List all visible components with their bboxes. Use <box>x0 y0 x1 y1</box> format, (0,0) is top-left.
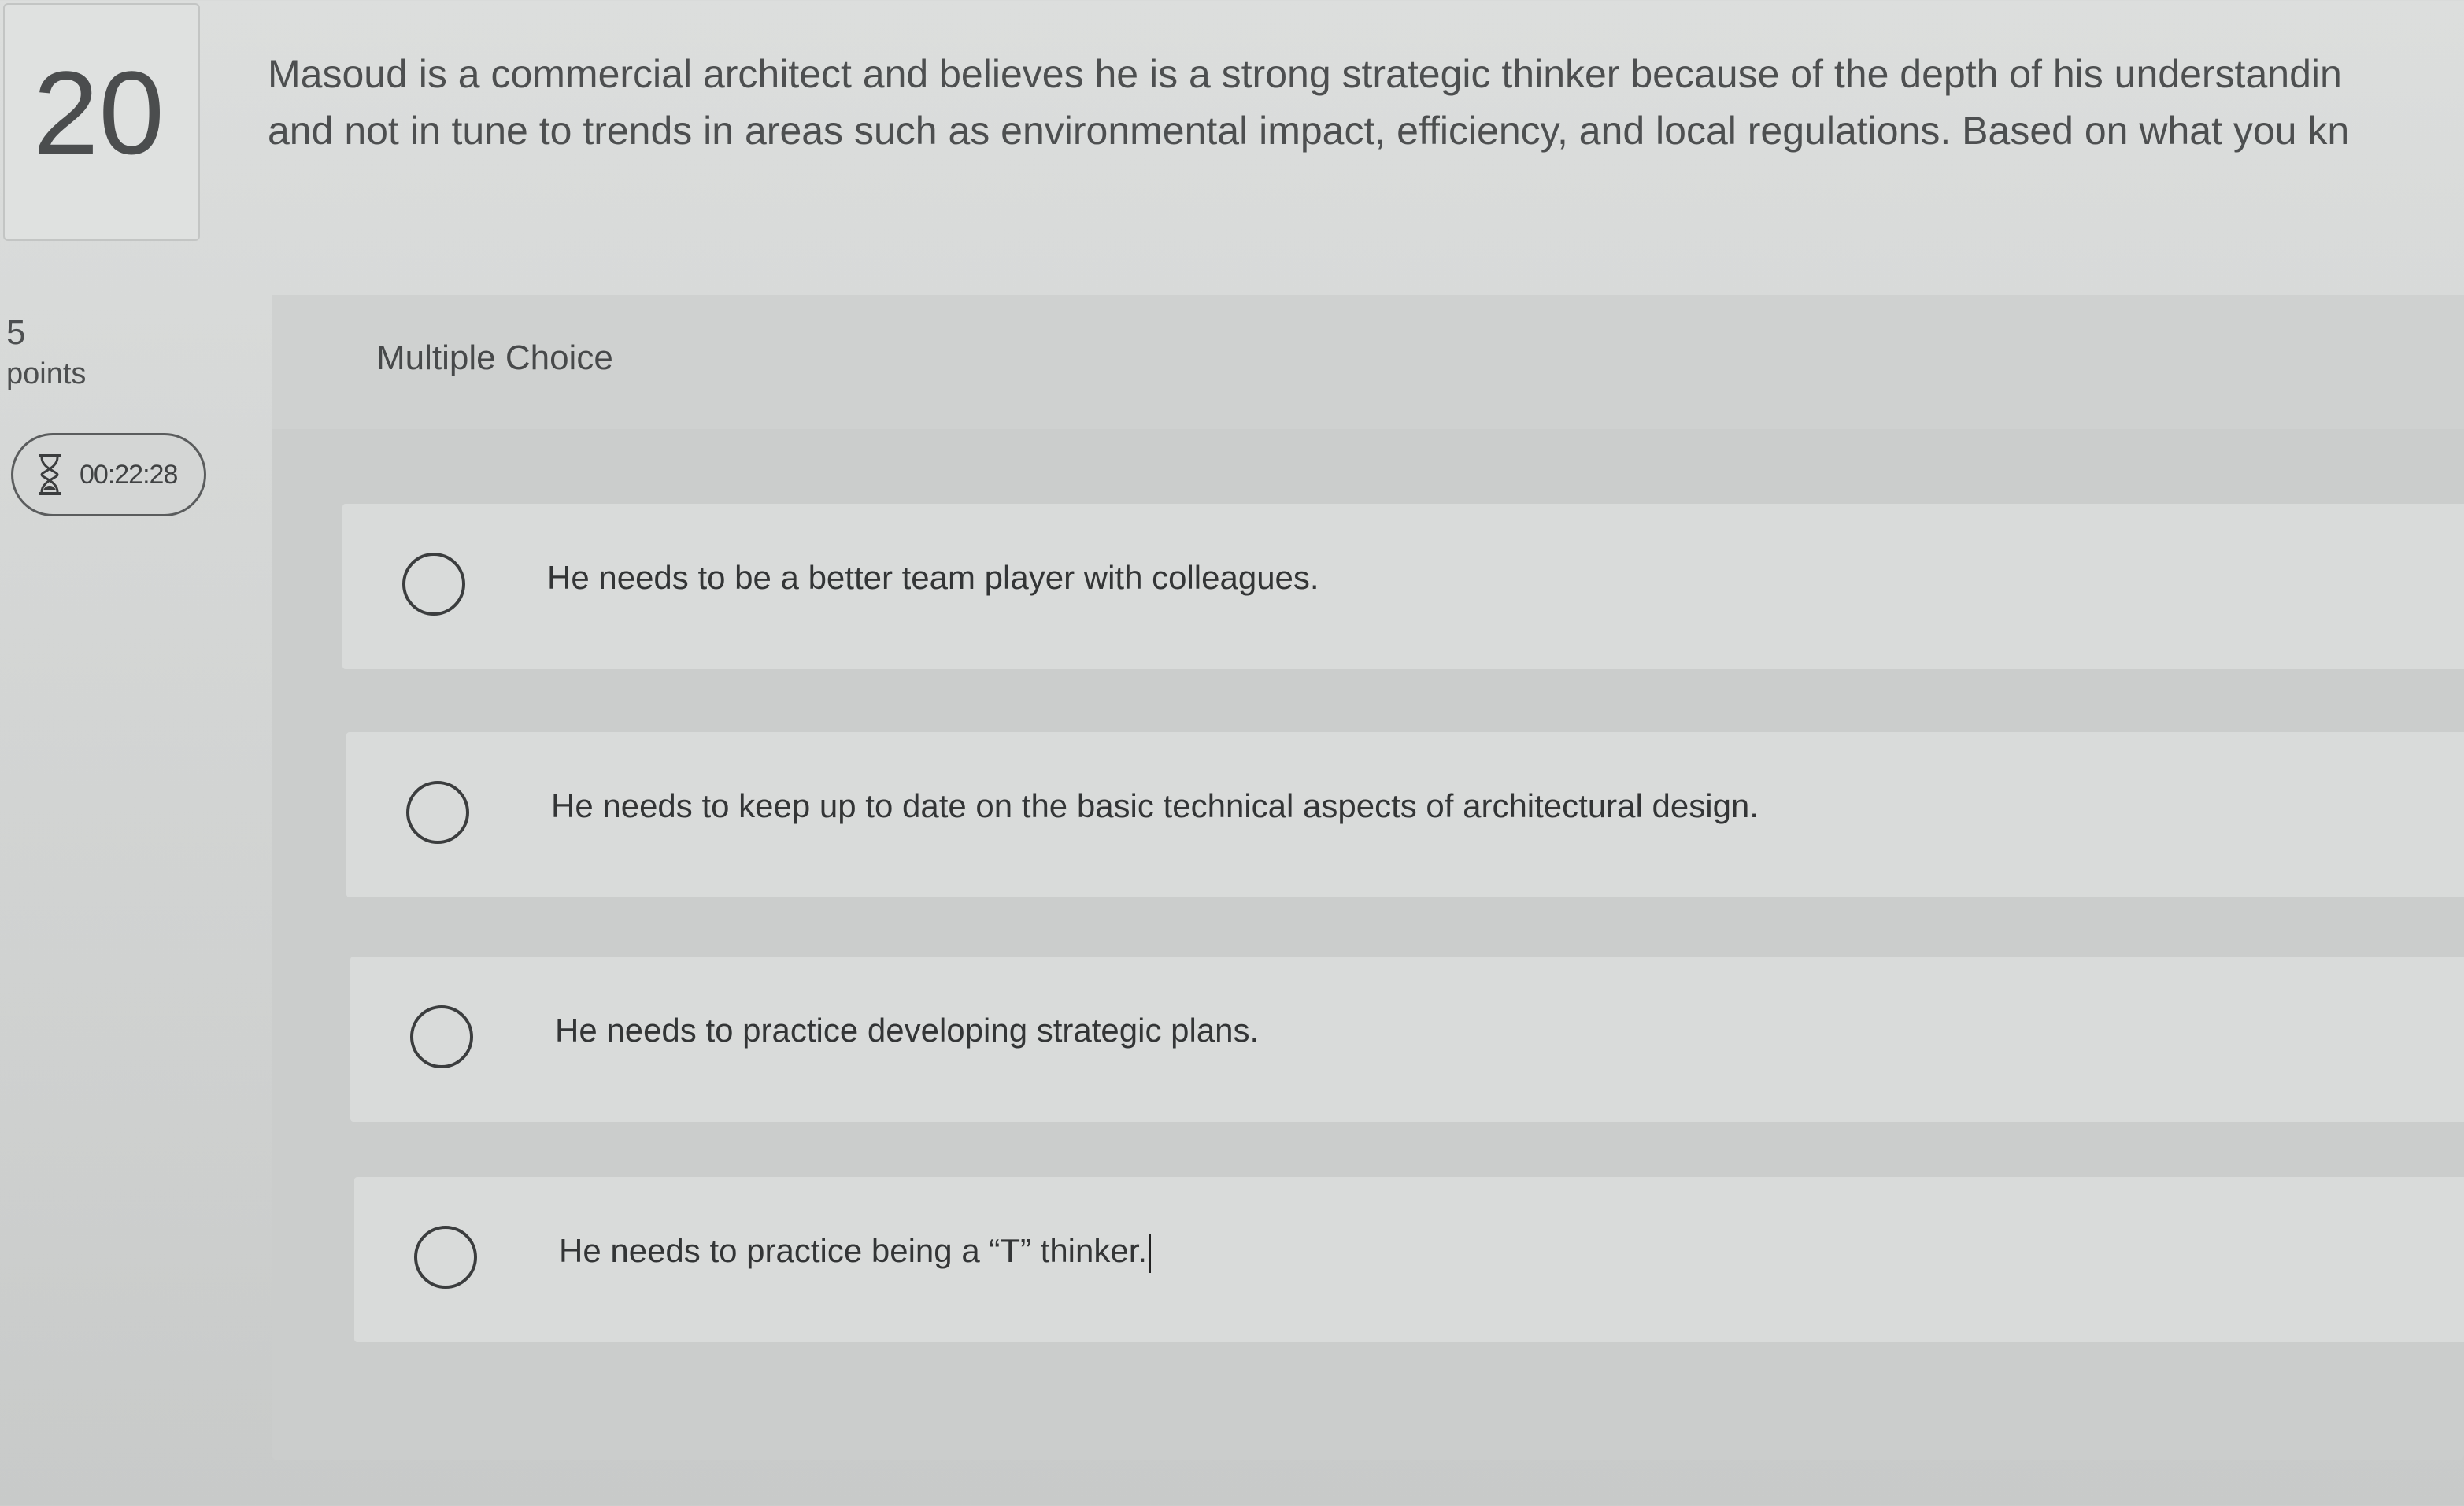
question-number: 20 <box>33 46 165 179</box>
option-label-text: He needs to practice being a “T” thinker… <box>559 1232 1148 1269</box>
radio-button[interactable] <box>410 1005 473 1068</box>
timer-text: 00:22:28 <box>80 459 178 490</box>
option-label[interactable]: He needs to be a better team player with… <box>547 559 1319 597</box>
radio-button[interactable] <box>414 1226 477 1289</box>
option-label[interactable]: He needs to practice being a “T” thinker… <box>559 1232 1152 1273</box>
choice-type-label: Multiple Choice <box>376 339 613 377</box>
option-row[interactable]: He needs to keep up to date on the basic… <box>346 732 2464 897</box>
option-row[interactable]: He needs to practice developing strategi… <box>350 957 2464 1122</box>
option-label[interactable]: He needs to keep up to date on the basic… <box>551 787 1759 825</box>
option-row[interactable]: He needs to be a better team player with… <box>342 504 2464 669</box>
question-text-line-2: and not in tune to trends in areas such … <box>268 109 2350 153</box>
points-value: 5 <box>6 313 26 352</box>
radio-button[interactable] <box>406 781 469 844</box>
text-cursor <box>1149 1233 1152 1273</box>
question-text-line-1: Masoud is a commercial architect and bel… <box>268 52 2342 96</box>
timer: 00:22:28 <box>11 433 206 516</box>
radio-button[interactable] <box>402 553 465 616</box>
points-label: points <box>6 357 87 390</box>
question-text: Masoud is a commercial architect and bel… <box>268 46 2464 159</box>
question-number-box: 20 <box>3 3 200 241</box>
hourglass-icon <box>39 454 61 495</box>
option-label[interactable]: He needs to practice developing strategi… <box>555 1012 1259 1049</box>
option-row[interactable]: He needs to practice being a “T” thinker… <box>354 1177 2464 1342</box>
